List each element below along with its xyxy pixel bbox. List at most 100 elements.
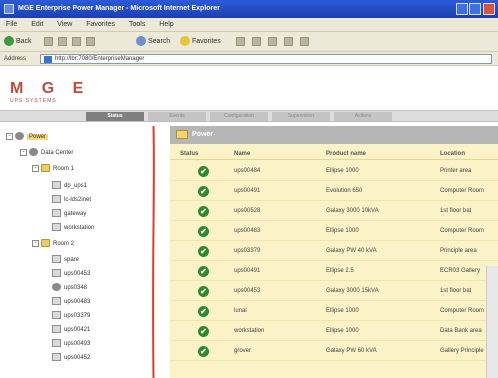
table-row[interactable]: ✔ ups00484 Ellipse 1000 Printer area (170, 162, 498, 181)
refresh-icon[interactable] (72, 37, 81, 46)
row-name: lunal (234, 308, 247, 314)
table-row[interactable]: ✔ grover Galaxy PW 60 kVA Gallery Principle (170, 342, 498, 361)
tree-item[interactable]: spare (52, 255, 79, 265)
status-ok-icon: ✔ (198, 226, 209, 237)
server-icon (52, 297, 61, 306)
status-ok-icon: ✔ (198, 186, 209, 197)
status-ok-icon: ✔ (198, 326, 209, 337)
row-product: Ellipse 1000 (326, 308, 359, 314)
table-row[interactable]: ✔ lunal Ellipse 1000 Computer Room (170, 302, 498, 321)
status-ok-icon: ✔ (198, 306, 209, 317)
tree-item[interactable]: lc-lds2inet (52, 195, 91, 205)
row-location: 1st floor bat (440, 288, 472, 294)
tree-node-room[interactable]: - Room 1 (32, 164, 74, 174)
tab-supervision[interactable]: Supervision (272, 112, 330, 121)
edit-icon[interactable] (284, 37, 293, 46)
row-location: Principle area (440, 248, 477, 254)
table-row[interactable]: ✔ ups00528 Galaxy 3000 10kVA 1st floor bat (170, 202, 498, 221)
globe-icon (52, 283, 61, 292)
grid-header: Status Name Product name Location (170, 148, 498, 160)
row-product: Galaxy PW 60 kVA (326, 348, 377, 354)
globe-icon (15, 132, 24, 141)
tree-item[interactable]: ups00421 (52, 325, 90, 335)
status-ok-icon: ✔ (198, 166, 209, 177)
globe-icon (29, 148, 38, 157)
favorites-button[interactable]: Favorites (180, 35, 221, 49)
collapse-icon[interactable]: - (32, 239, 39, 247)
tab-events[interactable]: Events (148, 112, 206, 121)
tab-configuration[interactable]: Configuration (210, 112, 268, 121)
tree-node-room[interactable]: - Room 2 (32, 239, 74, 249)
server-icon (52, 181, 61, 190)
tree-item[interactable]: ups0348 (52, 283, 87, 293)
discuss-icon[interactable] (300, 37, 309, 46)
window-title: MGE Enterprise Power Manager - Microsoft… (18, 5, 220, 12)
server-icon (52, 209, 61, 218)
browser-toolbar: Back Search Favorites (0, 32, 498, 52)
row-name: ups00528 (234, 208, 261, 214)
home-icon[interactable] (86, 37, 95, 46)
server-icon (52, 353, 61, 362)
maximize-button[interactable] (469, 3, 481, 15)
row-location: Computer Room (440, 188, 485, 194)
table-row[interactable]: ✔ ups00453 Galaxy 3000 15kVA 1st floor bat (170, 282, 498, 301)
tree-node-datacenter[interactable]: - Data Center (20, 148, 73, 158)
tree-item[interactable]: ups03379 (52, 311, 90, 321)
table-row[interactable]: ✔ ups00491 Evolution 650 Computer Room (170, 182, 498, 201)
stop-icon[interactable] (58, 37, 67, 46)
header-location[interactable]: Location (440, 148, 465, 160)
row-product: Ellipse 2.5 (326, 268, 354, 274)
table-row[interactable]: ✔ workstation Ellipse 1000 Data Bank area (170, 322, 498, 341)
collapse-icon[interactable]: - (32, 164, 39, 172)
row-location: Printer area (440, 168, 472, 174)
header-product[interactable]: Product name (326, 148, 366, 160)
menu-edit[interactable]: Edit (25, 18, 49, 32)
row-location: ECR03 Gallery (440, 268, 481, 274)
mge-logo: M G E (10, 80, 91, 97)
collapse-icon[interactable]: - (20, 148, 27, 156)
tree-item[interactable]: ups00483 (52, 297, 90, 307)
back-button[interactable]: Back (4, 35, 32, 49)
menu-help[interactable]: Help (153, 18, 179, 32)
tree-item[interactable]: dp_ups1 (52, 181, 87, 191)
back-arrow-icon (4, 36, 14, 47)
row-location: 1st floor bat (440, 208, 472, 214)
history-icon[interactable] (236, 37, 245, 46)
close-button[interactable] (483, 3, 495, 15)
tree-item[interactable]: gateway (52, 209, 86, 219)
table-row[interactable]: ✔ ups00483 Ellipse 1000 Computer Room (170, 222, 498, 241)
row-name: ups00484 (234, 168, 261, 174)
collapse-icon[interactable]: - (6, 132, 13, 140)
tree-item[interactable]: ups00452 (52, 353, 90, 363)
table-row[interactable]: ✔ ups03379 Galaxy PW 40 kVA Principle area (170, 242, 498, 261)
row-name: ups00453 (234, 288, 261, 294)
row-name: workstation (234, 328, 265, 334)
menu-view[interactable]: View (51, 18, 78, 32)
mail-icon[interactable] (252, 37, 261, 46)
search-button[interactable]: Search (136, 35, 170, 49)
folder-icon (41, 239, 50, 248)
tree-item[interactable]: ups00493 (52, 339, 90, 349)
device-grid: Power Status Name Product name Location … (170, 126, 498, 378)
address-input[interactable]: http://lbr:7080/EnterpriseManager (40, 54, 492, 64)
vertical-scrollbar[interactable] (486, 266, 498, 378)
tree-item[interactable]: workstation (52, 223, 94, 233)
header-status[interactable]: Status (180, 148, 198, 160)
menu-file[interactable]: File (0, 18, 23, 32)
table-row[interactable]: ✔ ups00491 Ellipse 2.5 ECR03 Gallery (170, 262, 498, 281)
status-ok-icon: ✔ (198, 286, 209, 297)
row-name: ups03379 (234, 248, 261, 254)
tree-item[interactable]: ups00453 (52, 269, 90, 279)
menu-favorites[interactable]: Favorites (80, 18, 121, 32)
minimize-button[interactable] (456, 3, 468, 15)
server-icon (52, 195, 61, 204)
print-icon[interactable] (268, 37, 277, 46)
tab-actions[interactable]: Actions (334, 112, 392, 121)
page-icon (44, 56, 52, 63)
tree-node-power[interactable]: - Power (6, 132, 49, 142)
row-product: Galaxy PW 40 kVA (326, 248, 377, 254)
header-name[interactable]: Name (234, 148, 250, 160)
tab-status[interactable]: Status (86, 112, 144, 121)
menu-tools[interactable]: Tools (123, 18, 151, 32)
forward-icon[interactable] (44, 37, 53, 46)
